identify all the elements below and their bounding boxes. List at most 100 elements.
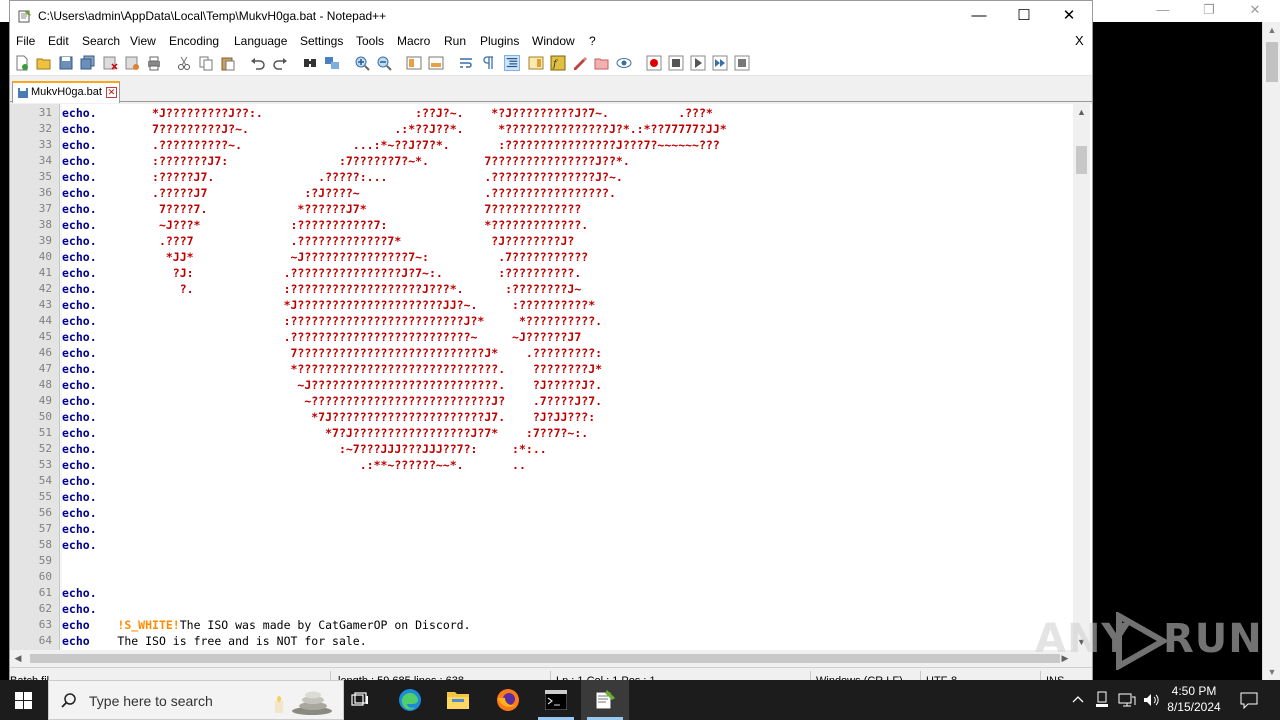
save-icon[interactable] <box>58 55 74 71</box>
menu-macro[interactable]: Macro <box>397 34 430 48</box>
bg-close-icon[interactable]: ✕ <box>1232 0 1278 22</box>
code-line[interactable]: 43 echo. *J?????????????????????JJ?~. :??… <box>39 297 1072 313</box>
start-button[interactable] <box>0 680 48 720</box>
code-line[interactable]: 48 echo. ~J???????????????????????????. ?… <box>39 377 1072 393</box>
save-all-icon[interactable] <box>80 55 96 71</box>
folder-workspace-icon[interactable] <box>572 55 588 71</box>
volume-icon[interactable] <box>1142 691 1160 709</box>
run-macro-multiple-icon[interactable] <box>712 55 728 71</box>
menu-run[interactable]: Run <box>444 34 466 48</box>
code-line[interactable]: 64 echo The ISO is free and is NOT for sa… <box>39 633 1072 649</box>
code-line[interactable]: 31 echo. *J?????????J??:. :??J?~. *?J????… <box>39 105 1072 121</box>
scroll-thumb[interactable] <box>1266 42 1278 82</box>
code-line[interactable]: 59 <box>39 553 1072 569</box>
close-file-icon[interactable] <box>102 55 118 71</box>
show-all-chars-icon[interactable] <box>480 55 496 71</box>
code-line[interactable]: 53 echo. .:**~??????~~*. .. <box>39 457 1072 473</box>
maximize-icon[interactable]: ☐ <box>1001 1 1047 31</box>
taskbar-notepadpp[interactable] <box>581 680 629 720</box>
chevron-up-icon[interactable] <box>1072 694 1084 704</box>
code-line[interactable]: 45 echo. .??????????????????????????~ ~J?… <box>39 329 1072 345</box>
replace-icon[interactable] <box>324 55 340 71</box>
menu-encoding[interactable]: Encoding <box>169 34 219 48</box>
code-line[interactable]: 47 echo. *?????????????????????????????. … <box>39 361 1072 377</box>
horizontal-scroll-thumb[interactable] <box>30 654 1060 663</box>
editor-horizontal-scrollbar[interactable]: ◀ ▶ <box>10 650 1073 667</box>
code-line[interactable]: 42 echo. ?. :???????????????????J???*. :?… <box>39 281 1072 297</box>
view-file-icon[interactable] <box>616 55 632 71</box>
editor-area[interactable]: 31 echo. *J?????????J??:. :??J?~. *?J????… <box>10 104 1092 650</box>
close-all-icon[interactable] <box>124 55 140 71</box>
network-icon[interactable] <box>1094 691 1110 709</box>
code-line[interactable]: 58 echo. <box>39 537 1072 553</box>
scroll-up-icon[interactable]: ▲ <box>1073 104 1090 120</box>
menu-settings[interactable]: Settings <box>300 34 343 48</box>
ethernet-icon[interactable] <box>1118 691 1136 709</box>
code-line[interactable]: 54 echo. <box>39 473 1072 489</box>
menu-file[interactable]: File <box>16 34 35 48</box>
menu-language[interactable]: Language <box>234 34 287 48</box>
code-line[interactable]: 35 echo. :?????J7. .?????:... .??????????… <box>39 169 1072 185</box>
code-line[interactable]: 52 echo. :~7???JJJ???JJJ??7?: :*:.. <box>39 441 1072 457</box>
new-file-icon[interactable] <box>14 55 30 71</box>
code-line[interactable]: 60 <box>39 569 1072 585</box>
menu-help[interactable]: ? <box>589 34 596 48</box>
code-line[interactable]: 33 echo. .??????????~. ...:*~??J?7?*. :??… <box>39 137 1072 153</box>
code-line[interactable]: 63 echo !S_WHITE!The ISO was made by CatG… <box>39 617 1072 633</box>
taskbar-firefox[interactable] <box>484 680 532 720</box>
code-line[interactable]: 32 echo. 7?????????J?~. .:*??J??*. *?????… <box>39 121 1072 137</box>
code-line[interactable]: 37 echo. 7????7. *??????J7* 7????????????… <box>39 201 1072 217</box>
editor-vertical-scrollbar[interactable]: ▲ ▼ <box>1073 104 1090 650</box>
find-icon[interactable] <box>302 55 318 71</box>
menu-window[interactable]: Window <box>532 34 575 48</box>
open-file-icon[interactable] <box>36 55 52 71</box>
taskbar-cmd[interactable] <box>532 680 580 720</box>
notification-icon[interactable] <box>1240 691 1258 709</box>
code-line[interactable]: 61 echo. <box>39 585 1072 601</box>
task-view-button[interactable] <box>336 680 384 720</box>
menu-edit[interactable]: Edit <box>48 34 69 48</box>
minimize-icon[interactable]: — <box>956 1 1002 31</box>
sync-horizontal-icon[interactable] <box>428 55 444 71</box>
copy-icon[interactable] <box>198 55 214 71</box>
bg-restore-icon[interactable]: ❐ <box>1186 0 1232 22</box>
code-line[interactable]: 34 echo. :???????J7: :7??????7?~*. 7?????… <box>39 153 1072 169</box>
code-line[interactable]: 44 echo. :?????????????????????????J?* *?… <box>39 313 1072 329</box>
menu-plugins[interactable]: Plugins <box>480 34 519 48</box>
close-icon[interactable]: ✕ <box>1046 1 1092 31</box>
indent-guide-icon[interactable] <box>504 55 520 71</box>
code-line[interactable]: 39 echo. .???7 .?????????????7* ?J???????… <box>39 233 1072 249</box>
code-line[interactable]: 56 echo. <box>39 505 1072 521</box>
code-line[interactable]: 36 echo. .?????J7 :?J????~ .?????????????… <box>39 185 1072 201</box>
word-wrap-icon[interactable] <box>458 55 474 71</box>
menu-view[interactable]: View <box>130 34 156 48</box>
zoom-in-icon[interactable] <box>354 55 370 71</box>
stop-macro-icon[interactable] <box>668 55 684 71</box>
play-macro-icon[interactable] <box>690 55 706 71</box>
save-macro-icon[interactable] <box>734 55 750 71</box>
code-line[interactable]: 40 echo. *JJ* ~J???????????????7~: .7????… <box>39 249 1072 265</box>
code-line[interactable]: 51 echo. *7?J?????????????????J?7* :7??7?… <box>39 425 1072 441</box>
code-line[interactable]: 41 echo. ?J: .????????????????J?7~:. :???… <box>39 265 1072 281</box>
vertical-scroll-thumb[interactable] <box>1076 146 1087 174</box>
code-line[interactable]: 38 echo. ~J???* :???????????7: *?????????… <box>39 217 1072 233</box>
cut-icon[interactable] <box>176 55 192 71</box>
taskbar-clock[interactable]: 4:50 PM 8/15/2024 <box>1164 683 1224 715</box>
tab-mukvh0ga-bat[interactable]: MukvH0ga.bat ✕ <box>12 81 120 103</box>
code-line[interactable]: 50 echo. *7J??????????????????????J7. ?J?… <box>39 409 1072 425</box>
record-macro-icon[interactable] <box>646 55 662 71</box>
doc-map-icon[interactable] <box>528 55 544 71</box>
scroll-left-icon[interactable]: ◀ <box>10 650 26 667</box>
taskbar-file-explorer[interactable] <box>434 680 482 720</box>
menu-search[interactable]: Search <box>82 34 120 48</box>
code-line[interactable]: 46 echo. 7???????????????????????????J* .… <box>39 345 1072 361</box>
code-line[interactable]: 62 echo. <box>39 601 1072 617</box>
code-lines[interactable]: 31 echo. *J?????????J??:. :??J?~. *?J????… <box>39 105 1072 649</box>
sync-vertical-icon[interactable] <box>406 55 422 71</box>
undo-icon[interactable] <box>250 55 266 71</box>
menu-tools[interactable]: Tools <box>356 34 384 48</box>
tab-close-icon[interactable]: ✕ <box>106 87 117 98</box>
code-line[interactable]: 49 echo. ~??????????????????????????J? .7… <box>39 393 1072 409</box>
zoom-out-icon[interactable] <box>376 55 392 71</box>
code-line[interactable]: 55 echo. <box>39 489 1072 505</box>
